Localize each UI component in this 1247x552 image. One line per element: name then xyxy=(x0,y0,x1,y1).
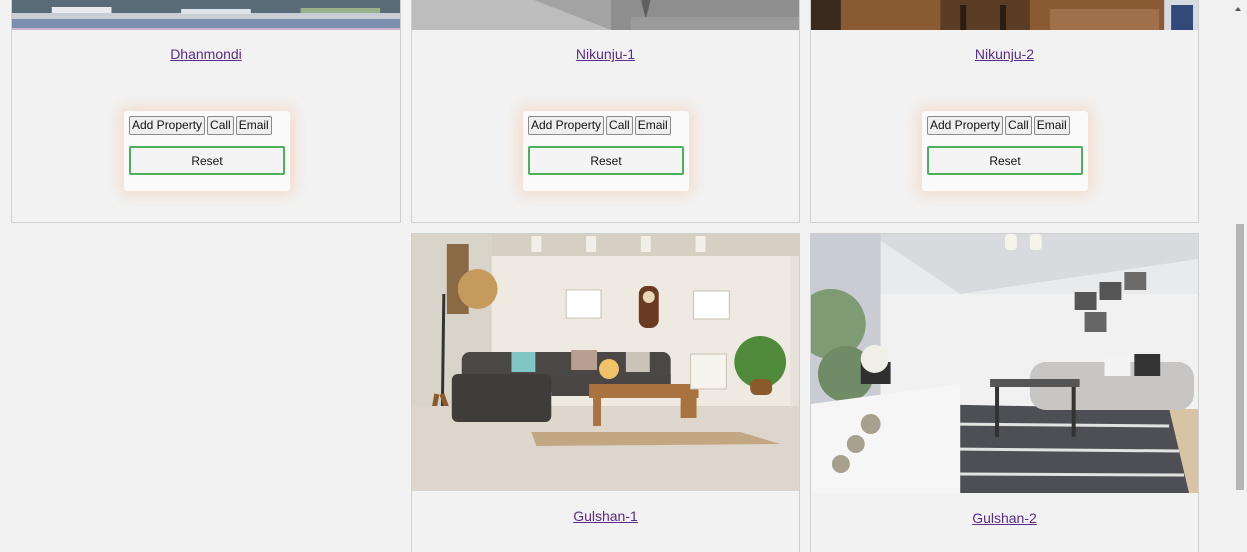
email-button[interactable]: Email xyxy=(634,116,671,135)
action-button-row: Add Property Call Email xyxy=(528,116,671,135)
scrollbar-thumb[interactable] xyxy=(1236,224,1244,490)
property-image-gulshan-2 xyxy=(811,234,1198,493)
action-button-row: Add Property Call Email xyxy=(927,116,1070,135)
property-title-link[interactable]: Nikunju-2 xyxy=(811,46,1198,62)
property-title-link[interactable]: Gulshan-1 xyxy=(412,508,799,524)
property-image-gulshan-1 xyxy=(412,234,799,491)
property-card-gulshan-1: Gulshan-1 xyxy=(411,233,800,552)
reset-button[interactable]: Reset xyxy=(528,146,684,175)
property-card-gulshan-2: Gulshan-2 xyxy=(810,233,1199,552)
add-property-button[interactable]: Add Property xyxy=(129,116,206,135)
property-image-dhanmondi xyxy=(12,0,400,30)
add-property-button[interactable]: Add Property xyxy=(927,116,1004,135)
property-card-dhanmondi: Dhanmondi Add Property Call Email Reset xyxy=(11,0,401,223)
action-button-group: Add Property Call Email Reset xyxy=(523,111,689,191)
add-property-button[interactable]: Add Property xyxy=(528,116,605,135)
property-image-nikunju-2 xyxy=(811,0,1198,30)
property-image-nikunju-1 xyxy=(412,0,799,30)
action-button-group: Add Property Call Email Reset xyxy=(124,111,290,191)
property-card-nikunju-2: Nikunju-2 Add Property Call Email Reset xyxy=(810,0,1199,223)
property-title-link[interactable]: Dhanmondi xyxy=(12,46,400,62)
call-button[interactable]: Call xyxy=(1005,116,1032,135)
call-button[interactable]: Call xyxy=(606,116,633,135)
triangle-up-icon[interactable] xyxy=(1235,7,1241,11)
email-button[interactable]: Email xyxy=(1033,116,1070,135)
call-button[interactable]: Call xyxy=(207,116,234,135)
property-title-link[interactable]: Gulshan-2 xyxy=(811,510,1198,526)
property-title-link[interactable]: Nikunju-1 xyxy=(412,46,799,62)
reset-button[interactable]: Reset xyxy=(927,146,1083,175)
action-button-row: Add Property Call Email xyxy=(129,116,272,135)
property-card-nikunju-1: Nikunju-1 Add Property Call Email Reset xyxy=(411,0,800,223)
email-button[interactable]: Email xyxy=(235,116,272,135)
reset-button[interactable]: Reset xyxy=(129,146,285,175)
action-button-group: Add Property Call Email Reset xyxy=(922,111,1088,191)
vertical-scrollbar[interactable] xyxy=(1232,0,1247,552)
